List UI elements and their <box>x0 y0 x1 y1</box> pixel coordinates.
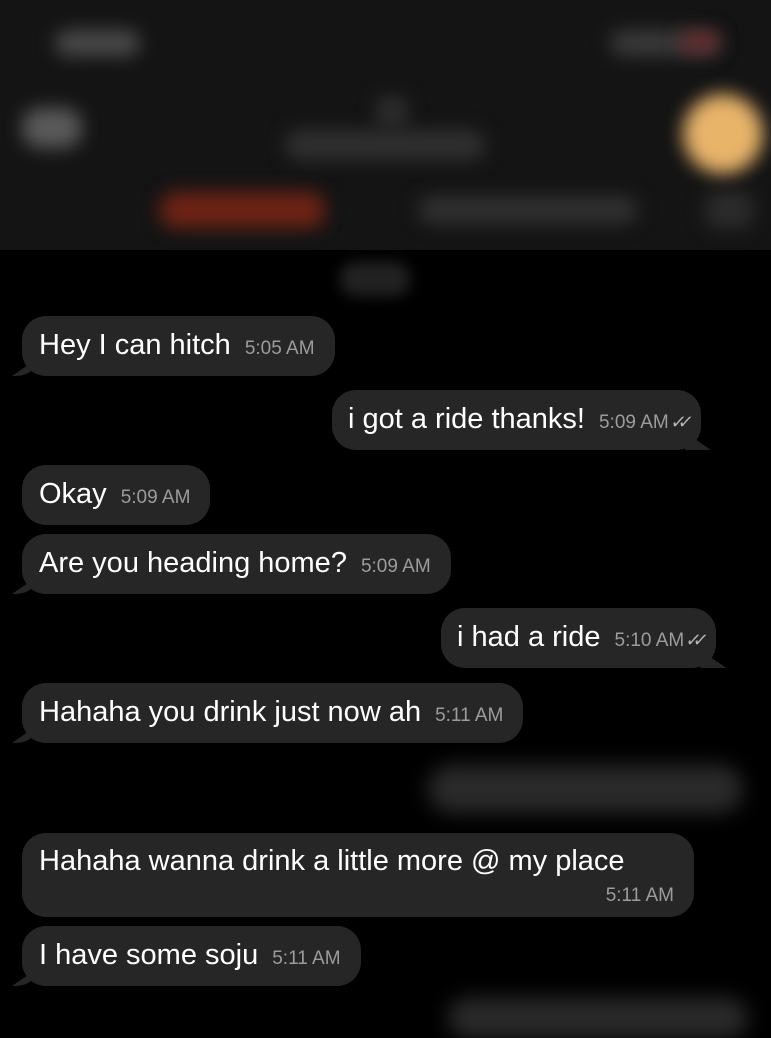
message-text: Are you heading home? <box>39 547 347 579</box>
message-bubble-incoming[interactable]: Hey I can hitch 5:05 AM <box>22 316 335 376</box>
message-bubble-incoming[interactable]: Hahaha wanna drink a little more @ my pl… <box>22 833 694 917</box>
message-text: Okay <box>39 478 107 510</box>
message-time: 5:09 AM <box>360 556 431 577</box>
message-time: 5:09 AM <box>120 487 191 508</box>
message-time: 5:11 AM <box>272 948 341 969</box>
contact-detail-blurred <box>418 196 638 224</box>
status-bar-time-blurred <box>55 30 140 56</box>
date-separator-blurred <box>340 262 410 296</box>
message-text: Hahaha you drink just now ah <box>39 696 422 728</box>
chat-header <box>0 0 771 250</box>
action-button-blurred[interactable] <box>160 192 325 228</box>
message-text: I have some soju <box>39 939 259 971</box>
back-button-blurred[interactable] <box>22 108 82 148</box>
message-text: i got a ride thanks! <box>348 403 585 435</box>
message-text: Hahaha wanna drink a little more @ my pl… <box>39 845 625 877</box>
contact-name-blurred[interactable] <box>285 130 485 160</box>
message-bubble-incoming[interactable]: I have some soju 5:11 AM <box>22 926 361 986</box>
message-time: 5:11 AM <box>605 885 674 906</box>
message-text: i had a ride <box>457 621 601 653</box>
contact-icon-blurred <box>375 95 409 129</box>
message-bubble-incoming[interactable]: Are you heading home? 5:09 AM <box>22 534 451 594</box>
message-bubble-incoming[interactable]: Hahaha you drink just now ah 5:11 AM <box>22 683 524 743</box>
message-bubble-outgoing[interactable]: i got a ride thanks! 5:09 AM✓✓ <box>332 390 701 450</box>
more-button-blurred[interactable] <box>705 192 753 228</box>
double-check-icon: ✓✓ <box>684 630 703 650</box>
double-check-icon: ✓✓ <box>669 412 687 432</box>
message-time: 5:10 AM <box>614 630 685 651</box>
message-time: 5:05 AM <box>244 338 315 359</box>
message-bubble-blurred[interactable] <box>428 765 743 813</box>
message-bubble-blurred[interactable] <box>448 998 748 1038</box>
message-time: 5:09 AM <box>598 412 669 433</box>
message-time: 5:11 AM <box>435 705 504 726</box>
message-bubble-outgoing[interactable]: i had a ride 5:10 AM✓✓ <box>441 608 717 668</box>
battery-indicator-blurred <box>680 33 720 51</box>
message-bubble-incoming[interactable]: Okay 5:09 AM <box>22 465 211 525</box>
avatar[interactable] <box>683 94 763 174</box>
message-text: Hey I can hitch <box>39 329 231 361</box>
